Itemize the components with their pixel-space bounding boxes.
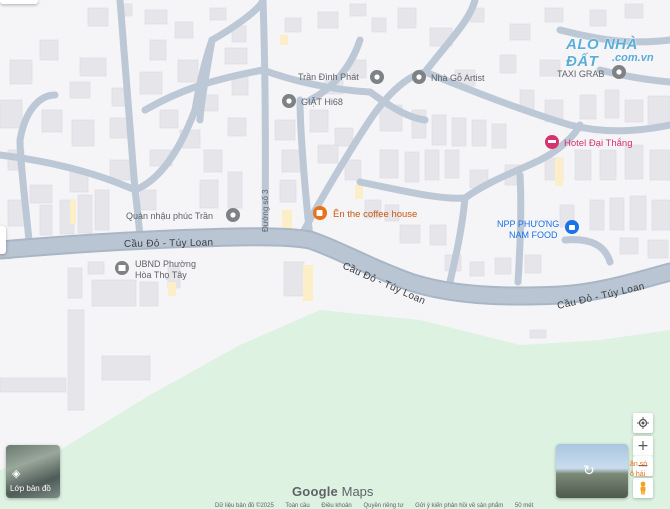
svg-text:UBND Phường: UBND Phường: [135, 259, 196, 269]
svg-text:NAM FOOD: NAM FOOD: [509, 230, 558, 240]
feedback-link[interactable]: Gửi ý kiến phản hồi về sản phẩm: [415, 503, 503, 509]
google-maps-logo: Google Maps: [292, 484, 374, 499]
map-canvas[interactable]: Cầu Đỏ - Túy Loan Cầu Đỏ - Túy Loan Cầu …: [0, 0, 670, 509]
zoom-in-button[interactable]: +: [633, 436, 653, 456]
poi-giat-hi68[interactable]: GIẶT Hi68: [282, 94, 343, 108]
layers-button[interactable]: ◈ Lớp bản đồ: [6, 445, 60, 498]
terms-link[interactable]: Điều khoản: [321, 503, 351, 509]
my-location-icon: [637, 417, 649, 429]
pegman-icon: [640, 481, 646, 495]
svg-text:Hotel Đại Thắng: Hotel Đại Thắng: [564, 138, 632, 149]
global-link[interactable]: Toàn cầu: [285, 503, 309, 509]
my-location-button[interactable]: [633, 413, 653, 433]
map-footer: Dữ liệu bản đồ ©2025 Toàn cầu Điều khoản…: [215, 503, 543, 509]
svg-text:Trần Đình Phát: Trần Đình Phát: [298, 72, 359, 82]
svg-text:Hòa Thọ Tây: Hòa Thọ Tây: [135, 270, 187, 280]
layers-label: Lớp bản đồ: [10, 484, 51, 493]
road-label-side: Đường số 3: [261, 189, 270, 232]
top-panel-edge[interactable]: [0, 0, 38, 4]
poi-en-coffee[interactable]: Ên the coffee house: [313, 206, 417, 220]
street-view-thumbnail[interactable]: ↻: [556, 444, 628, 498]
svg-text:TAXI GRAB: TAXI GRAB: [557, 69, 604, 79]
pegman-button[interactable]: [633, 478, 653, 498]
poi-tran-dinh-phat[interactable]: Trần Đình Phát: [298, 70, 384, 84]
svg-text:Nhà Gỗ Artist: Nhà Gỗ Artist: [431, 73, 485, 83]
road-label-west: Cầu Đỏ - Túy Loan: [124, 236, 214, 250]
rotate-360-icon: ↻: [583, 462, 595, 478]
poi-quan-nhau[interactable]: Quán nhậu phúc Trần: [126, 208, 240, 222]
svg-text:Quán nhậu phúc Trần: Quán nhậu phúc Trần: [126, 211, 213, 221]
svg-text:GIẶT Hi68: GIẶT Hi68: [301, 97, 343, 107]
offscreen-label-snippet: ăn só ô hải: [630, 461, 648, 478]
scale-label[interactable]: 50 mét: [515, 503, 533, 509]
side-panel-toggle[interactable]: [0, 226, 6, 254]
poi-ubnd[interactable]: UBND Phường Hòa Thọ Tây: [115, 259, 196, 280]
svg-text:Ên the coffee house: Ên the coffee house: [333, 209, 417, 220]
privacy-link[interactable]: Quyền riêng tư: [363, 503, 403, 509]
copyright-text: Dữ liệu bản đồ ©2025: [215, 503, 274, 509]
layers-icon: ◈: [12, 468, 21, 480]
svg-text:NPP PHƯƠNG: NPP PHƯƠNG: [497, 219, 559, 229]
watermark-line2: .com.vn: [612, 52, 654, 64]
poi-nha-go-artist[interactable]: Nhà Gỗ Artist: [412, 70, 485, 84]
